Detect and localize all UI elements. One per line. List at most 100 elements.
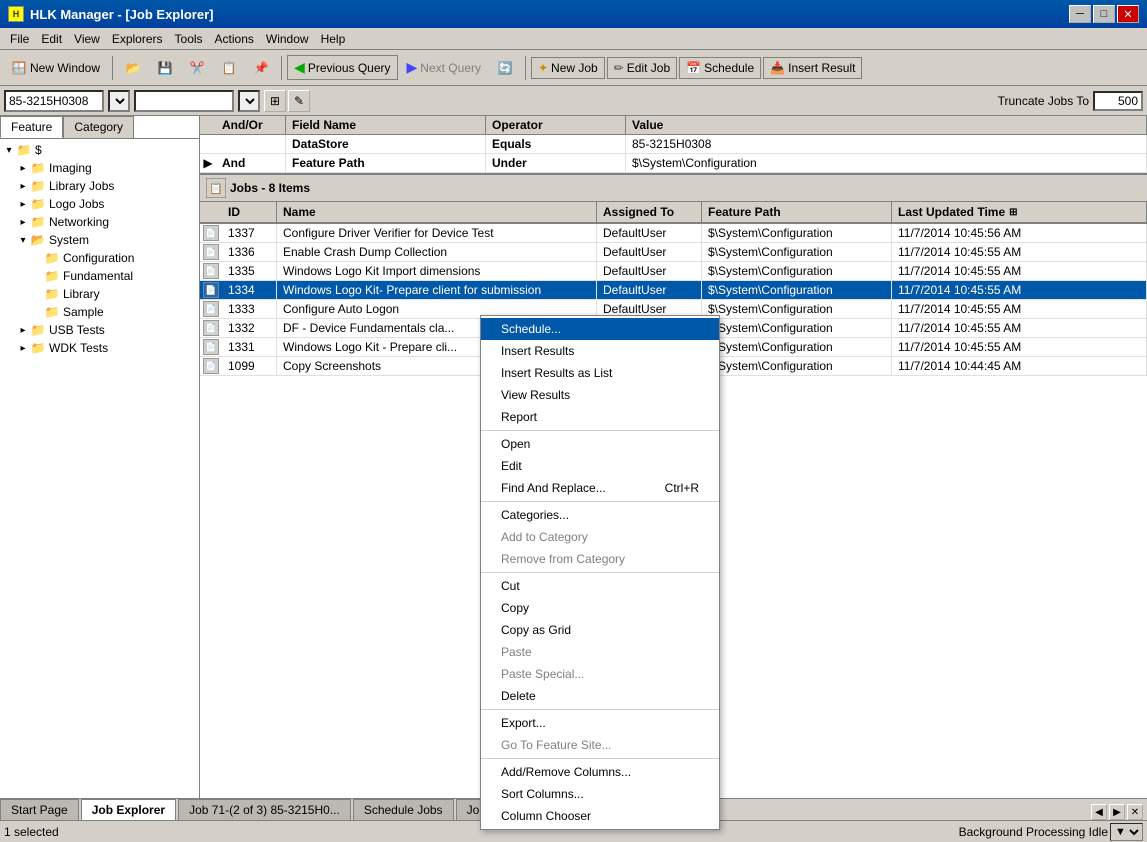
close-button[interactable]: ✕ <box>1117 5 1139 23</box>
jobs-col-icon <box>200 202 222 222</box>
tab-job-71[interactable]: Job 71-(2 of 3) 85-3215H0... <box>178 799 351 820</box>
ctx-edit[interactable]: Edit <box>481 455 719 477</box>
menu-file[interactable]: File <box>4 30 35 48</box>
tree-label-library-jobs: Library Jobs <box>49 179 114 193</box>
copy-button[interactable]: 📋 <box>214 56 244 80</box>
menu-explorers[interactable]: Explorers <box>106 30 169 48</box>
jobs-col-id[interactable]: ID <box>222 202 277 222</box>
tree-row-sample[interactable]: 📁 Sample <box>28 303 199 321</box>
menu-actions[interactable]: Actions <box>209 30 260 48</box>
cell-name-1335: Windows Logo Kit Import dimensions <box>277 262 597 280</box>
next-query-button[interactable]: ▶ Next Query <box>400 55 488 80</box>
new-job-button[interactable]: ✦ New Job <box>531 57 605 79</box>
expand-logo-jobs[interactable]: ▸ <box>16 197 30 211</box>
query-header-marker <box>200 116 216 134</box>
new-window-button[interactable]: 🪟 New Window <box>4 56 107 80</box>
tree-row-usb-tests[interactable]: ▸ 📁 USB Tests <box>14 321 199 339</box>
menu-tools[interactable]: Tools <box>169 30 209 48</box>
ctx-sort-columns[interactable]: Sort Columns... <box>481 783 719 805</box>
refresh-button[interactable]: 🔄 <box>490 56 520 80</box>
menu-edit[interactable]: Edit <box>35 30 68 48</box>
menu-view[interactable]: View <box>68 30 106 48</box>
ctx-copy-grid[interactable]: Copy as Grid <box>481 619 719 641</box>
status-processing-dropdown[interactable]: ▼ <box>1110 823 1143 841</box>
app-icon: H <box>8 6 24 22</box>
expand-dollar[interactable]: ▾ <box>2 143 16 157</box>
tree-row-imaging[interactable]: ▸ 📁 Imaging <box>14 159 199 177</box>
tab-job-explorer[interactable]: Job Explorer <box>81 799 176 820</box>
ctx-delete[interactable]: Delete <box>481 685 719 707</box>
tree-row-dollar[interactable]: ▾ 📁 $ <box>0 141 199 159</box>
paste-button[interactable]: 📌 <box>246 56 276 80</box>
tab-nav-left[interactable]: ◀ <box>1091 804 1107 820</box>
tab-feature[interactable]: Feature <box>0 116 63 138</box>
table-row[interactable]: 📄 1337 Configure Driver Verifier for Dev… <box>200 224 1147 243</box>
jobs-col-name[interactable]: Name <box>277 202 597 222</box>
jobs-col-feature[interactable]: Feature Path <box>702 202 892 222</box>
expand-system[interactable]: ▾ <box>16 233 30 247</box>
tab-start-page[interactable]: Start Page <box>0 799 79 820</box>
expand-usb-tests[interactable]: ▸ <box>16 323 30 337</box>
tab-schedule-jobs[interactable]: Schedule Jobs <box>353 799 454 820</box>
jobs-col-assigned[interactable]: Assigned To <box>597 202 702 222</box>
expand-library-jobs[interactable]: ▸ <box>16 179 30 193</box>
restore-button[interactable]: □ <box>1093 5 1115 23</box>
cut-button[interactable]: ✂️ <box>182 56 212 80</box>
open-file-button[interactable]: 📂 <box>118 56 148 80</box>
ctx-column-chooser[interactable]: Column Chooser <box>481 805 719 827</box>
query-row-1[interactable]: DataStore Equals 85-3215H0308 <box>200 135 1147 154</box>
menu-help[interactable]: Help <box>315 30 352 48</box>
tab-category[interactable]: Category <box>63 116 134 138</box>
tree-row-library[interactable]: 📁 Library <box>28 285 199 303</box>
truncate-input[interactable] <box>1093 91 1143 111</box>
addr-icon-1[interactable]: ⊞ <box>264 90 286 112</box>
ctx-view-results[interactable]: View Results <box>481 384 719 406</box>
previous-query-button[interactable]: ◀ Previous Query <box>287 55 397 80</box>
address-input-2[interactable] <box>134 90 234 112</box>
tree-row-wdk-tests[interactable]: ▸ 📁 WDK Tests <box>14 339 199 357</box>
sort-icon: ⊞ <box>1009 207 1017 218</box>
address-dropdown-1[interactable]: ▼ <box>108 90 130 112</box>
ctx-open[interactable]: Open <box>481 433 719 455</box>
ctx-insert-results[interactable]: Insert Results <box>481 340 719 362</box>
save-button[interactable]: 💾 <box>150 56 180 80</box>
minimize-button[interactable]: ─ <box>1069 5 1091 23</box>
menu-window[interactable]: Window <box>260 30 315 48</box>
ctx-find-replace[interactable]: Find And Replace... Ctrl+R <box>481 477 719 499</box>
expand-wdk-tests[interactable]: ▸ <box>16 341 30 355</box>
ctx-categories[interactable]: Categories... <box>481 504 719 526</box>
table-row[interactable]: 📄 1336 Enable Crash Dump Collection Defa… <box>200 243 1147 262</box>
address-input-1[interactable] <box>4 90 104 112</box>
query-row-1-marker <box>200 135 216 153</box>
tab-nav-close[interactable]: ✕ <box>1127 804 1143 820</box>
tree-row-library-jobs[interactable]: ▸ 📁 Library Jobs <box>14 177 199 195</box>
ctx-insert-results-list[interactable]: Insert Results as List <box>481 362 719 384</box>
table-row[interactable]: 📄 1334 Windows Logo Kit- Prepare client … <box>200 281 1147 300</box>
ctx-copy[interactable]: Copy <box>481 597 719 619</box>
ctx-export[interactable]: Export... <box>481 712 719 734</box>
row-icon-1331: 📄 <box>200 338 222 356</box>
schedule-button[interactable]: 📅 Schedule <box>679 57 761 79</box>
tree-row-configuration[interactable]: 📁 Configuration <box>28 249 199 267</box>
address-dropdown-2[interactable]: ▼ <box>238 90 260 112</box>
ctx-cut[interactable]: Cut <box>481 575 719 597</box>
tree-row-system[interactable]: ▾ 📂 System <box>14 231 199 249</box>
jobs-col-updated[interactable]: Last Updated Time ⊞ <box>892 202 1147 222</box>
query-col-value: Value <box>626 116 1147 134</box>
ctx-report[interactable]: Report <box>481 406 719 428</box>
expand-imaging[interactable]: ▸ <box>16 161 30 175</box>
ctx-schedule[interactable]: Schedule... <box>481 318 719 340</box>
ctx-sep-1 <box>481 430 719 431</box>
tab-nav-right[interactable]: ▶ <box>1109 804 1125 820</box>
tree-row-fundamental[interactable]: 📁 Fundamental <box>28 267 199 285</box>
tree-row-logo-jobs[interactable]: ▸ 📁 Logo Jobs <box>14 195 199 213</box>
addr-icon-2[interactable]: ✎ <box>288 90 310 112</box>
insert-result-button[interactable]: 📥 Insert Result <box>763 57 862 79</box>
query-row-2[interactable]: ▶ And Feature Path Under $\System\Config… <box>200 154 1147 173</box>
expand-networking[interactable]: ▸ <box>16 215 30 229</box>
ctx-add-remove-columns[interactable]: Add/Remove Columns... <box>481 761 719 783</box>
table-row[interactable]: 📄 1335 Windows Logo Kit Import dimension… <box>200 262 1147 281</box>
tree-row-networking[interactable]: ▸ 📁 Networking <box>14 213 199 231</box>
ctx-sep-4 <box>481 709 719 710</box>
edit-job-button[interactable]: ✏ Edit Job <box>607 57 677 79</box>
